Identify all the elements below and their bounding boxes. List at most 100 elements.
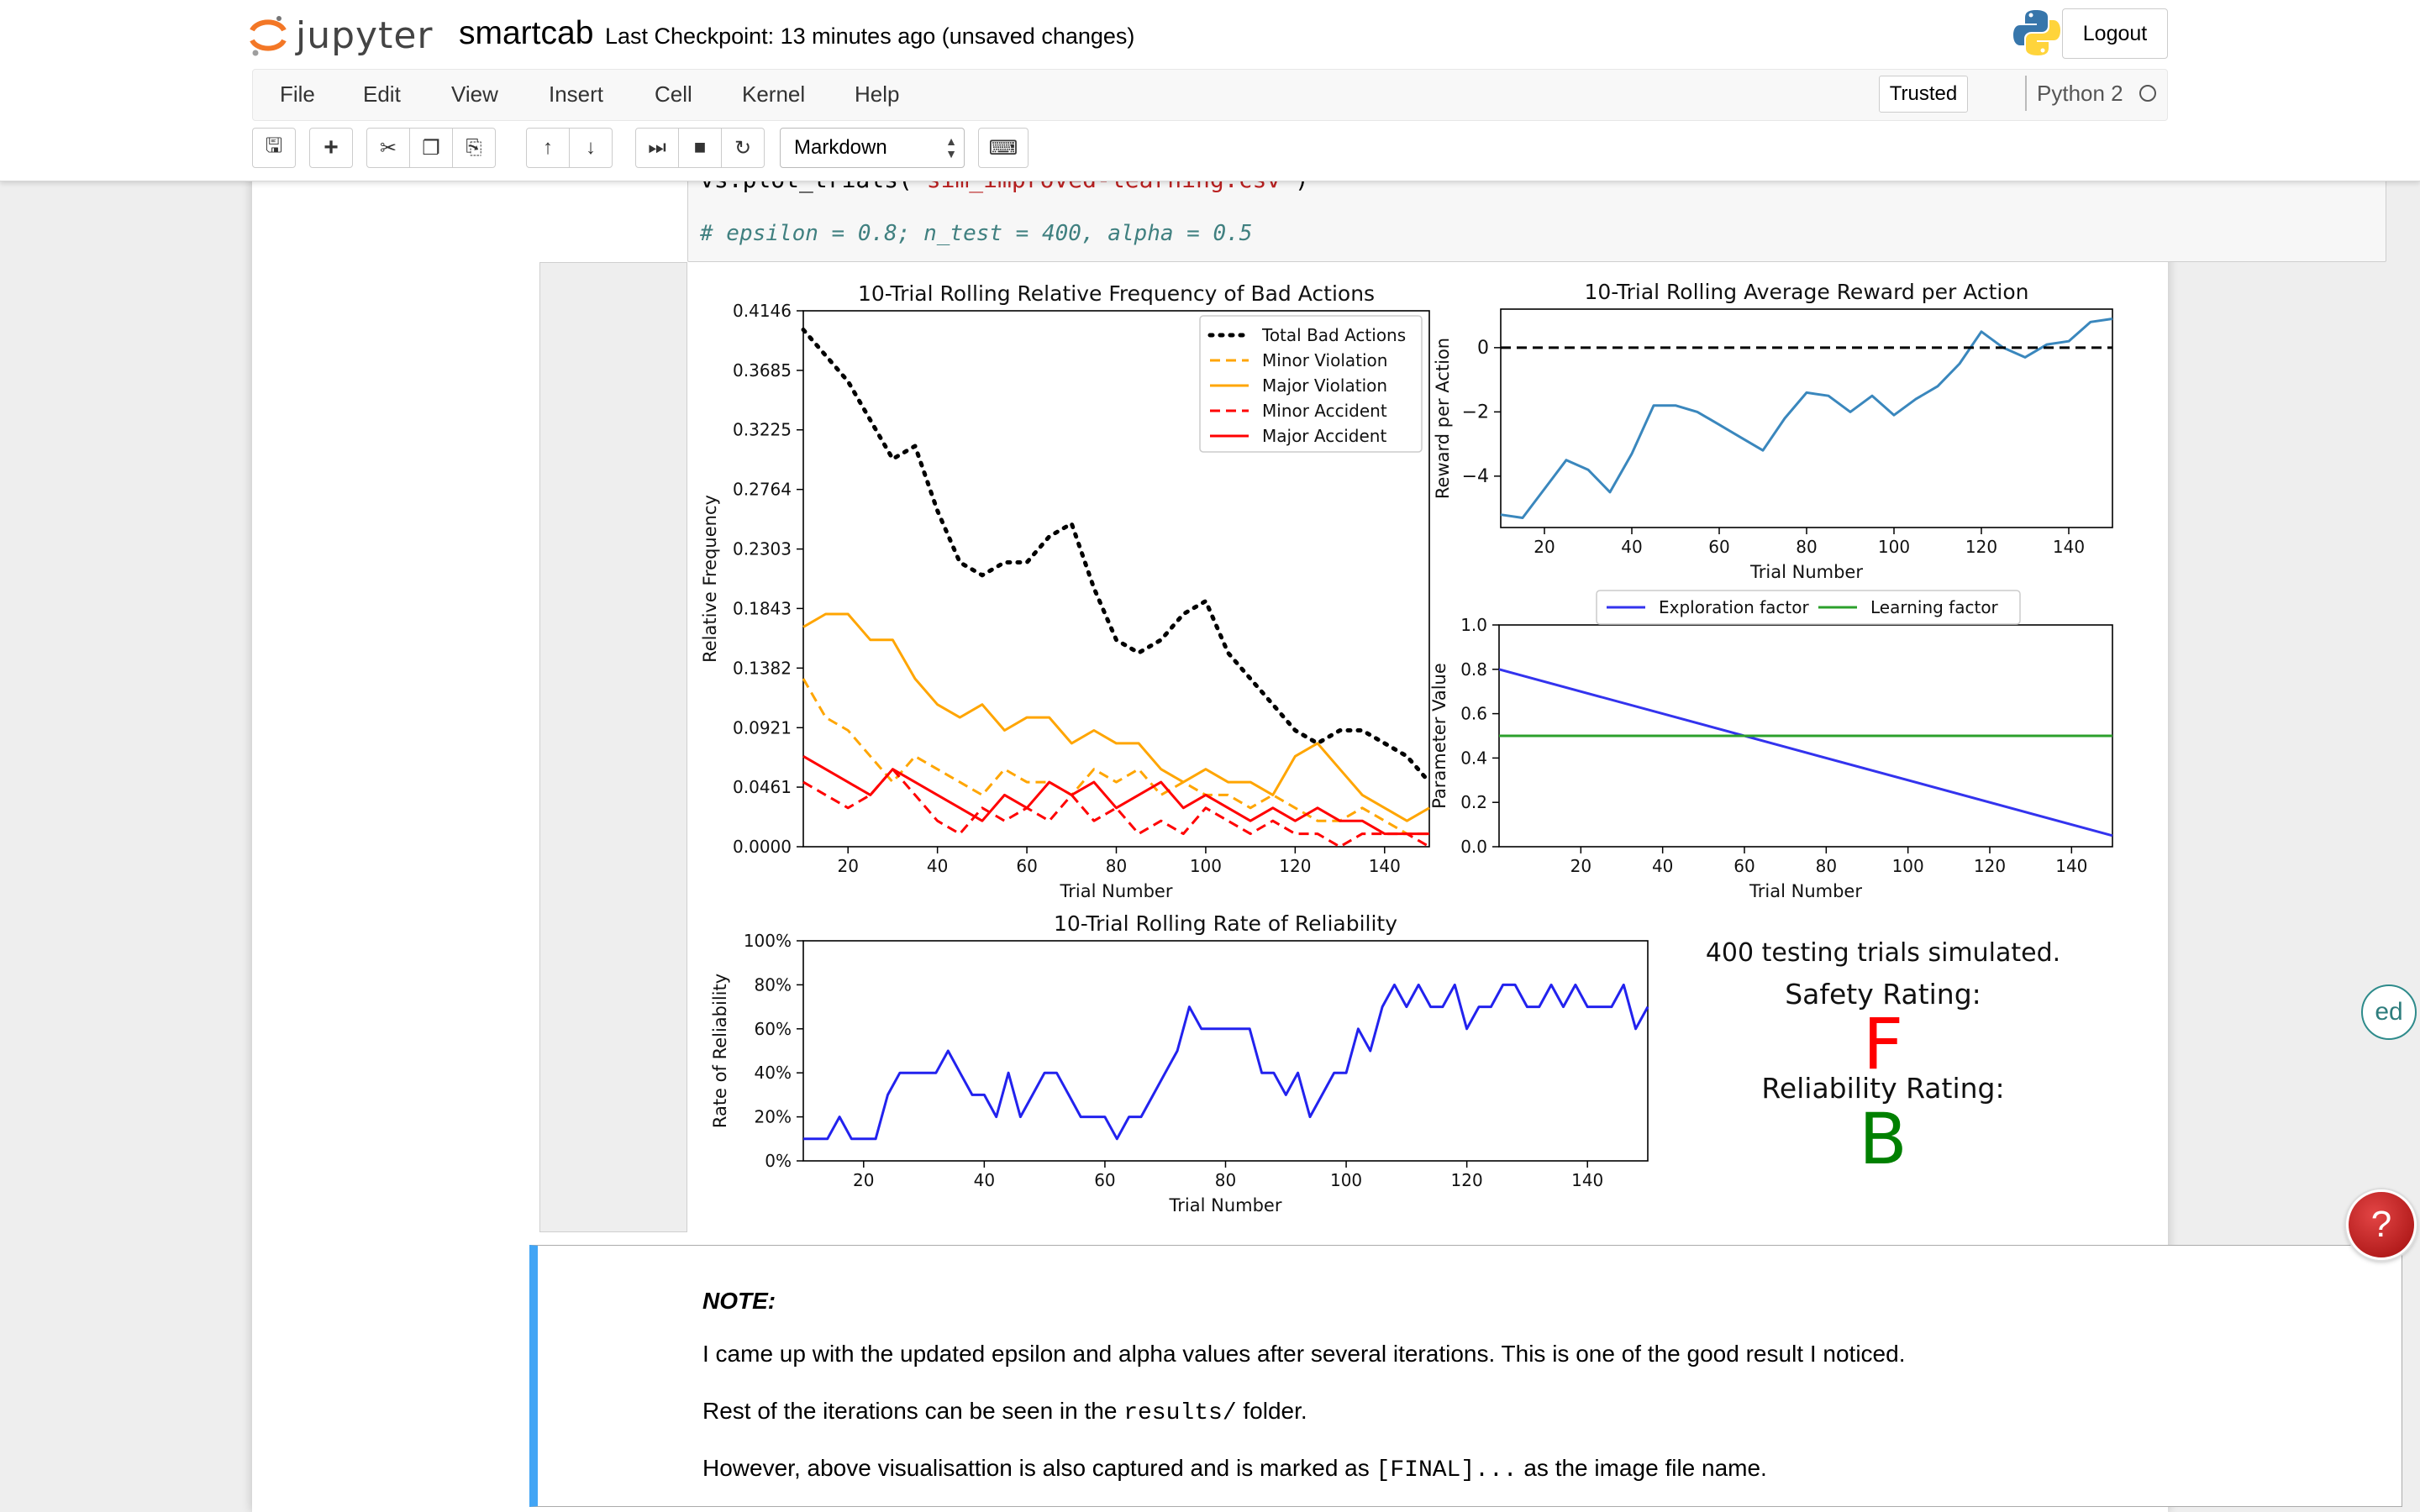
x-tick-label: 20 bbox=[837, 856, 858, 876]
run-button[interactable]: ⏭ bbox=[635, 128, 679, 168]
plus-icon: + bbox=[324, 134, 339, 161]
x-tick-label: 140 bbox=[2055, 856, 2087, 876]
y-axis-label: Parameter Value bbox=[1429, 663, 1449, 809]
menu-edit[interactable]: Edit bbox=[363, 81, 401, 108]
insert-cell-button[interactable]: + bbox=[309, 128, 353, 168]
x-tick-label: 60 bbox=[1094, 1170, 1115, 1190]
x-tick-label: 80 bbox=[1215, 1170, 1236, 1190]
note-text: However, above visualisattion is also ca… bbox=[702, 1455, 1376, 1481]
menu-cell[interactable]: Cell bbox=[655, 81, 692, 108]
run-icon: ⏭ bbox=[648, 136, 666, 159]
menu-file[interactable]: File bbox=[280, 81, 315, 108]
output-figure: 10-Trial Rolling Relative Frequency of B… bbox=[700, 280, 2113, 1215]
command-palette-button[interactable]: ⌨ bbox=[978, 128, 1028, 168]
y-tick-label: 0.8 bbox=[1460, 659, 1487, 680]
y-axis-label: Reward per Action bbox=[1433, 338, 1453, 499]
menu-view[interactable]: View bbox=[451, 81, 498, 108]
x-tick-label: 40 bbox=[1652, 856, 1673, 876]
arrow-down-icon: ↓ bbox=[586, 136, 596, 159]
y-tick-label: 0.2 bbox=[1460, 792, 1487, 812]
reliability-plot: 10-Trial Rolling Rate of Reliability 20 40… bbox=[710, 911, 1649, 1215]
menu-help[interactable]: Help bbox=[855, 81, 899, 108]
y-tick-label: 60% bbox=[755, 1019, 792, 1039]
y-tick-label: 0% bbox=[765, 1151, 792, 1171]
y-tick-label: 20% bbox=[755, 1107, 792, 1127]
copy-button[interactable]: ❐ bbox=[409, 128, 453, 168]
y-tick-label: 0.2303 bbox=[733, 539, 792, 559]
logout-button[interactable]: Logout bbox=[2062, 8, 2168, 59]
legend-label: Learning factor bbox=[1870, 597, 1999, 617]
checkpoint-status: Last Checkpoint: 13 minutes ago (unsaved… bbox=[605, 24, 1135, 49]
help-icon[interactable]: ? bbox=[2346, 1189, 2417, 1260]
jupyter-orbit-icon bbox=[250, 16, 287, 56]
legend-label: Major Violation bbox=[1262, 375, 1387, 396]
notebook-container: vs.plot_trials('sim_improved-learning.cs… bbox=[252, 0, 2402, 1512]
x-tick-label: 20 bbox=[1570, 856, 1591, 876]
menu-kernel[interactable]: Kernel bbox=[742, 81, 805, 108]
stop-icon: ■ bbox=[693, 136, 707, 159]
move-down-button[interactable]: ↓ bbox=[569, 128, 613, 168]
cell-type-value: Markdown bbox=[794, 136, 887, 159]
move-up-button[interactable]: ↑ bbox=[526, 128, 570, 168]
x-tick-label: 40 bbox=[1621, 537, 1642, 557]
x-tick-label: 60 bbox=[1733, 856, 1754, 876]
y-tick-label: 80% bbox=[755, 974, 792, 995]
select-arrows-icon: ▲ ▼ bbox=[945, 134, 957, 160]
y-tick-label: 0.0921 bbox=[733, 717, 792, 738]
x-tick-label: 140 bbox=[2053, 537, 2085, 557]
x-tick-label: 140 bbox=[1571, 1170, 1603, 1190]
menu-insert[interactable]: Insert bbox=[549, 81, 603, 108]
save-button[interactable]: 🖫 bbox=[252, 128, 296, 168]
cut-button[interactable]: ✂ bbox=[366, 128, 410, 168]
y-tick-label: 0.0 bbox=[1460, 837, 1487, 857]
x-tick-label: 80 bbox=[1816, 856, 1837, 876]
output-prompt-area[interactable] bbox=[539, 262, 687, 1232]
note-heading: NOTE: bbox=[702, 1288, 776, 1314]
arrow-up-icon: ↑ bbox=[543, 136, 553, 159]
x-tick-label: 120 bbox=[1279, 856, 1311, 876]
restart-button[interactable]: ↻ bbox=[721, 128, 765, 168]
kernel-name[interactable]: Python 2 bbox=[2037, 81, 2123, 107]
y-tick-label: −4 bbox=[1462, 466, 1489, 487]
x-tick-label: 120 bbox=[1974, 856, 2006, 876]
y-tick-label: 0 bbox=[1477, 338, 1489, 359]
y-tick-label: 0.0000 bbox=[733, 837, 792, 857]
y-tick-label: 0.1843 bbox=[733, 598, 792, 618]
parameters-plot: 20 40 60 80 100 120 140 0.0 0.2 0.4 0.6 0.8 1.0 Trial… bbox=[1429, 590, 2113, 901]
reward-plot: 10-Trial Rolling Average Reward per Acti… bbox=[1433, 280, 2113, 582]
legend-label: Minor Violation bbox=[1262, 350, 1387, 370]
note-text: as the image file name. bbox=[1517, 1455, 1767, 1481]
ed-widget-icon[interactable]: ed bbox=[2361, 984, 2417, 1040]
y-tick-label: 0.3225 bbox=[733, 420, 792, 440]
plot-frame bbox=[802, 940, 1649, 1162]
logo-text: jupyter bbox=[296, 13, 434, 57]
x-tick-label: 60 bbox=[1708, 537, 1729, 557]
inline-code: [FINAL]... bbox=[1376, 1457, 1518, 1483]
x-tick-label: 20 bbox=[853, 1170, 874, 1190]
chart-title: 10-Trial Rolling Average Reward per Acti… bbox=[1584, 280, 2028, 304]
y-tick-label: 100% bbox=[744, 931, 792, 951]
x-tick-label: 100 bbox=[1330, 1170, 1362, 1190]
y-tick-label: 0.2764 bbox=[733, 480, 792, 500]
x-tick-label: 20 bbox=[1534, 537, 1555, 557]
plot-frame bbox=[1500, 308, 2113, 528]
interrupt-button[interactable]: ■ bbox=[678, 128, 722, 168]
paste-button[interactable]: ⎘ bbox=[452, 128, 496, 168]
jupyter-logo[interactable]: jupyter bbox=[249, 10, 434, 60]
y-tick-label: 0.0461 bbox=[733, 777, 792, 797]
markdown-cell[interactable]: NOTE: I came up with the updated epsilon… bbox=[529, 1245, 2402, 1507]
notebook-name[interactable]: smartcab bbox=[459, 15, 593, 52]
legend-label: Major Accident bbox=[1262, 426, 1386, 446]
chart-title: 10-Trial Rolling Relative Frequency of B… bbox=[858, 281, 1375, 306]
restart-icon: ↻ bbox=[734, 136, 752, 160]
x-axis-label: Trial Number bbox=[1169, 1195, 1282, 1215]
y-tick-label: 0.4 bbox=[1460, 748, 1487, 768]
x-tick-label: 40 bbox=[927, 856, 948, 876]
note-line-1: I came up with the updated epsilon and a… bbox=[702, 1341, 1906, 1367]
cell-type-select[interactable]: Markdown ▲ ▼ bbox=[780, 128, 965, 168]
trusted-indicator[interactable]: Trusted bbox=[1879, 76, 1968, 113]
x-tick-label: 100 bbox=[1878, 537, 1910, 557]
y-tick-label: 0.1382 bbox=[733, 658, 792, 678]
save-icon: 🖫 bbox=[265, 134, 283, 157]
y-tick-label: 0.4146 bbox=[733, 301, 792, 321]
